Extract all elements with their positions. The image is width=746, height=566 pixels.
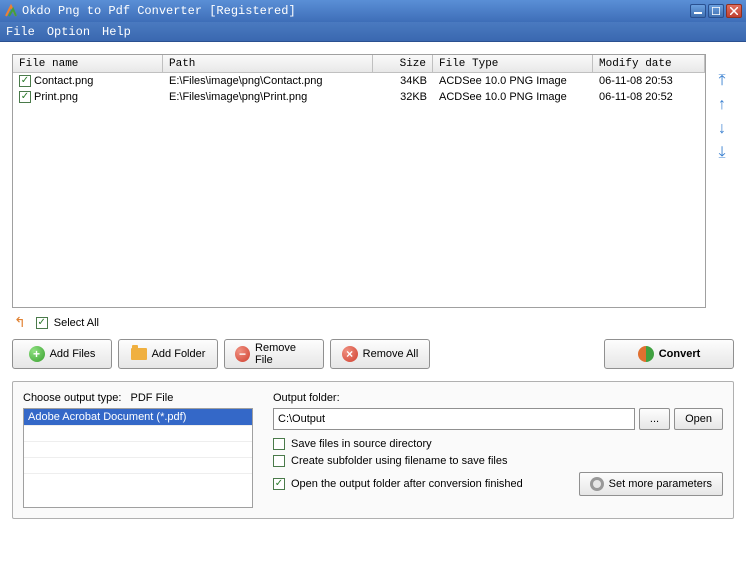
output-type-item[interactable]: Adobe Acrobat Document (*.pdf): [24, 409, 252, 425]
cell-date: 06-11-08 20:53: [593, 75, 705, 87]
remove-file-button[interactable]: − Remove File: [224, 339, 324, 369]
open-folder-button[interactable]: Open: [674, 408, 723, 430]
close-button[interactable]: [726, 4, 742, 18]
output-type-list[interactable]: Adobe Acrobat Document (*.pdf): [23, 408, 253, 508]
col-size[interactable]: Size: [373, 55, 433, 72]
open-after-label: Open the output folder after conversion …: [291, 478, 523, 490]
table-row[interactable]: Print.png E:\Files\image\png\Print.png32K…: [13, 89, 705, 105]
cell-filename: Print.png: [34, 91, 78, 103]
gear-icon: [590, 477, 604, 491]
table-row[interactable]: Contact.png E:\Files\image\png\Contact.pn…: [13, 73, 705, 89]
plus-icon: +: [29, 346, 45, 362]
output-type-sublabel: PDF File: [131, 392, 174, 404]
remove-all-button[interactable]: × Remove All: [330, 339, 430, 369]
col-type[interactable]: File Type: [433, 55, 593, 72]
convert-icon: [638, 346, 654, 362]
menu-file[interactable]: File: [6, 25, 35, 39]
col-filename[interactable]: File name: [13, 55, 163, 72]
app-logo-icon: [4, 4, 18, 18]
window-title: Okdo Png to Pdf Converter [Registered]: [22, 4, 690, 18]
minus-icon: −: [235, 346, 250, 362]
open-after-checkbox[interactable]: [273, 478, 285, 490]
select-all-label: Select All: [54, 317, 99, 329]
reorder-buttons: ⤒ ↑ ↓ ⤓: [710, 54, 734, 308]
output-type-label: Choose output type:: [23, 392, 121, 404]
minimize-button[interactable]: [690, 4, 706, 18]
menu-option[interactable]: Option: [47, 25, 90, 39]
col-path[interactable]: Path: [163, 55, 373, 72]
output-panel: Choose output type: PDF File Adobe Acrob…: [12, 381, 734, 519]
menu-help[interactable]: Help: [102, 25, 131, 39]
cell-path: E:\Files\image\png\Print.png: [163, 91, 373, 103]
cell-filename: Contact.png: [34, 75, 93, 87]
create-subfolder-label: Create subfolder using filename to save …: [291, 455, 507, 467]
select-all-checkbox[interactable]: [36, 317, 48, 329]
create-subfolder-checkbox[interactable]: [273, 455, 285, 467]
row-checkbox[interactable]: [19, 75, 31, 87]
cell-size: 32KB: [373, 91, 433, 103]
row-checkbox[interactable]: [19, 91, 31, 103]
x-icon: ×: [342, 346, 358, 362]
browse-button[interactable]: ...: [639, 408, 670, 430]
cell-type: ACDSee 10.0 PNG Image: [433, 75, 593, 87]
maximize-button[interactable]: [708, 4, 724, 18]
add-folder-button[interactable]: Add Folder: [118, 339, 218, 369]
titlebar: Okdo Png to Pdf Converter [Registered]: [0, 0, 746, 22]
move-bottom-button[interactable]: ⤓: [712, 144, 732, 162]
folder-icon: [131, 348, 147, 360]
menubar: File Option Help: [0, 22, 746, 42]
cell-path: E:\Files\image\png\Contact.png: [163, 75, 373, 87]
col-date[interactable]: Modify date: [593, 55, 705, 72]
cell-type: ACDSee 10.0 PNG Image: [433, 91, 593, 103]
output-folder-label: Output folder:: [273, 392, 723, 404]
save-source-checkbox[interactable]: [273, 438, 285, 450]
move-up-button[interactable]: ↑: [712, 96, 732, 114]
file-table: File name Path Size File Type Modify dat…: [12, 54, 706, 308]
add-files-button[interactable]: + Add Files: [12, 339, 112, 369]
return-icon: ↰: [14, 314, 26, 331]
more-parameters-button[interactable]: Set more parameters: [579, 472, 723, 496]
convert-button[interactable]: Convert: [604, 339, 734, 369]
cell-size: 34KB: [373, 75, 433, 87]
save-source-label: Save files in source directory: [291, 438, 432, 450]
table-header: File name Path Size File Type Modify dat…: [13, 55, 705, 73]
move-top-button[interactable]: ⤒: [712, 72, 732, 90]
move-down-button[interactable]: ↓: [712, 120, 732, 138]
cell-date: 06-11-08 20:52: [593, 91, 705, 103]
output-folder-input[interactable]: [273, 408, 635, 430]
